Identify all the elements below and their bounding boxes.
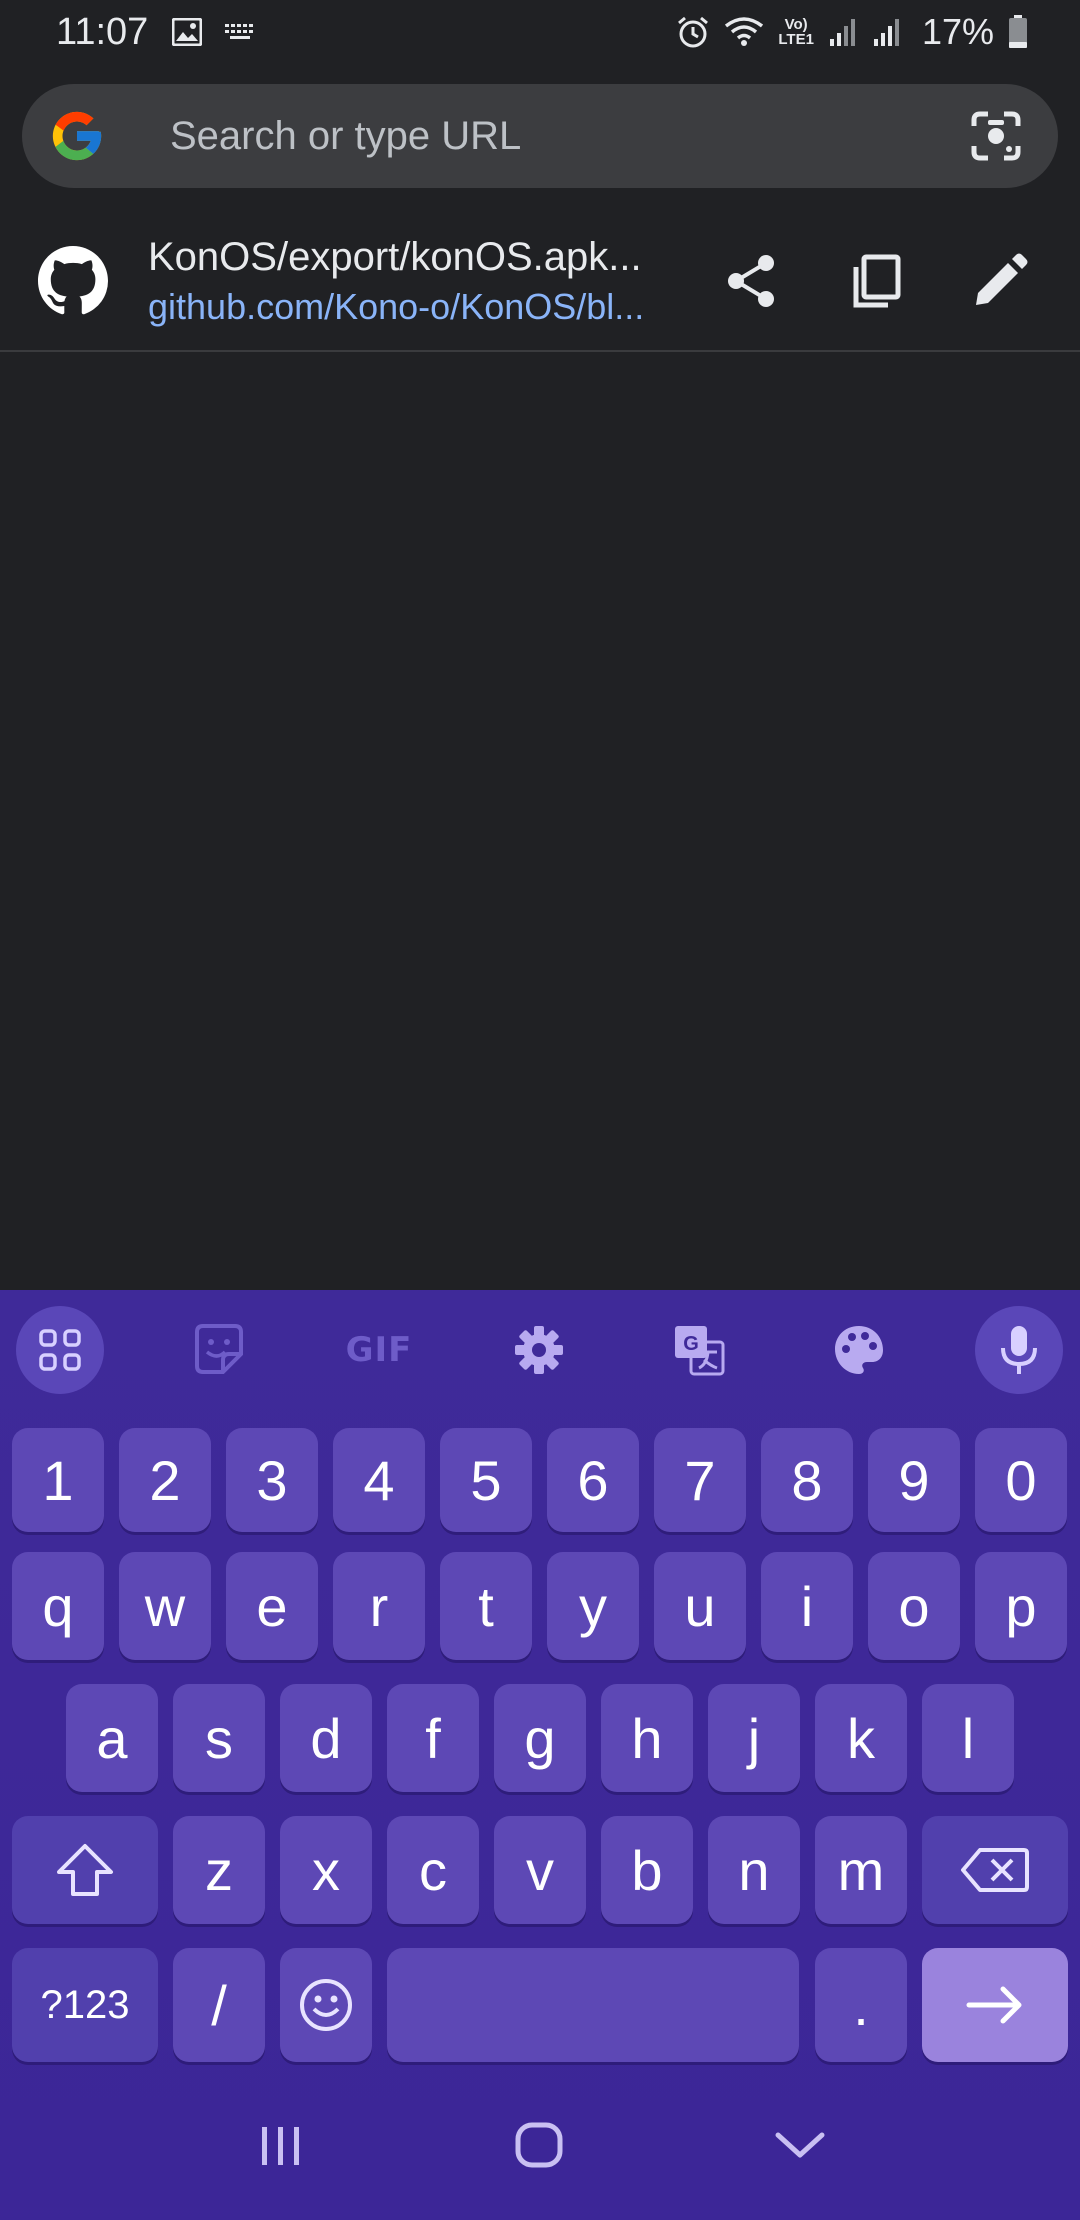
emoji-key[interactable] [280,1948,372,2062]
period-key[interactable]: . [815,1948,907,2062]
key-g[interactable]: g [494,1684,586,1792]
alarm-icon [676,15,710,49]
keyboard-toolbar: GIF G [0,1290,1080,1410]
battery-percent: 17% [921,11,994,52]
key-n[interactable]: n [708,1816,800,1924]
github-icon [38,246,108,316]
sticker-icon[interactable] [175,1306,263,1394]
key-h[interactable]: h [601,1684,693,1792]
share-icon[interactable] [720,249,784,313]
suggestion-title: KonOS/export/konOS.apk... [148,234,642,279]
keyboard-icon [224,22,256,42]
key-k[interactable]: k [815,1684,907,1792]
suggestion-row[interactable]: KonOS/export/konOS.apk... github.com/Kon… [0,212,1080,352]
backspace-key[interactable] [922,1816,1068,1924]
suggestion-url: github.com/Kono-o/KonOS/bl... [148,285,645,327]
key-d[interactable]: d [280,1684,372,1792]
battery-icon [1008,15,1028,49]
key-c[interactable]: c [387,1816,479,1924]
key-6[interactable]: 6 [547,1428,639,1532]
key-9[interactable]: 9 [868,1428,960,1532]
key-w[interactable]: w [119,1552,211,1660]
key-o[interactable]: o [868,1552,960,1660]
key-l[interactable]: l [922,1684,1014,1792]
slash-key[interactable]: / [173,1948,265,2062]
home-icon[interactable] [495,2100,585,2190]
translate-icon[interactable]: G [655,1306,743,1394]
key-e[interactable]: e [226,1552,318,1660]
image-icon [172,18,203,46]
symbols-key[interactable]: ?123 [12,1948,158,2062]
recents-icon[interactable] [235,2100,325,2190]
emoji-icon [300,1979,352,2031]
key-j[interactable]: j [708,1684,800,1792]
status-bar: 11:07 Vo) LTE1 17% [0,0,1080,64]
system-nav-bar [0,2070,1080,2220]
key-f[interactable]: f [387,1684,479,1792]
google-lens-icon[interactable] [968,108,1024,164]
key-y[interactable]: y [547,1552,639,1660]
status-time: 11:07 [56,10,149,53]
shift-icon [57,1844,113,1896]
svg-text:G: G [683,1333,699,1355]
key-3[interactable]: 3 [226,1428,318,1532]
key-b[interactable]: b [601,1816,693,1924]
key-x[interactable]: x [280,1816,372,1924]
key-u[interactable]: u [654,1552,746,1660]
wifi-icon [724,16,764,48]
key-5[interactable]: 5 [440,1428,532,1532]
signal-icon [872,17,902,47]
key-7[interactable]: 7 [654,1428,746,1532]
key-m[interactable]: m [815,1816,907,1924]
key-a[interactable]: a [66,1684,158,1792]
key-q[interactable]: q [12,1552,104,1660]
apps-grid-icon[interactable] [16,1306,104,1394]
key-4[interactable]: 4 [333,1428,425,1532]
key-0[interactable]: 0 [975,1428,1067,1532]
key-v[interactable]: v [494,1816,586,1924]
volte-icon: Vo) LTE1 [778,16,814,48]
shift-key[interactable] [12,1816,158,1924]
enter-key[interactable] [922,1948,1068,2062]
arrow-right-icon [966,1986,1022,2024]
key-z[interactable]: z [173,1816,265,1924]
backspace-icon [961,1848,1029,1892]
key-8[interactable]: 8 [761,1428,853,1532]
key-r[interactable]: r [333,1552,425,1660]
palette-icon[interactable] [815,1306,903,1394]
mic-icon[interactable] [975,1306,1063,1394]
copy-icon[interactable] [844,249,908,313]
edit-icon[interactable] [968,249,1032,313]
space-key[interactable] [387,1948,799,2062]
key-t[interactable]: t [440,1552,532,1660]
settings-icon[interactable] [495,1306,583,1394]
key-s[interactable]: s [173,1684,265,1792]
key-i[interactable]: i [761,1552,853,1660]
key-p[interactable]: p [975,1552,1067,1660]
signal-icon [828,17,858,47]
gif-icon[interactable]: GIF [335,1306,423,1394]
key-2[interactable]: 2 [119,1428,211,1532]
google-logo-icon [48,107,106,165]
search-input[interactable]: Search or type URL [170,114,968,159]
omnibox[interactable]: Search or type URL [22,84,1058,188]
back-icon[interactable] [755,2100,845,2190]
key-1[interactable]: 1 [12,1428,104,1532]
